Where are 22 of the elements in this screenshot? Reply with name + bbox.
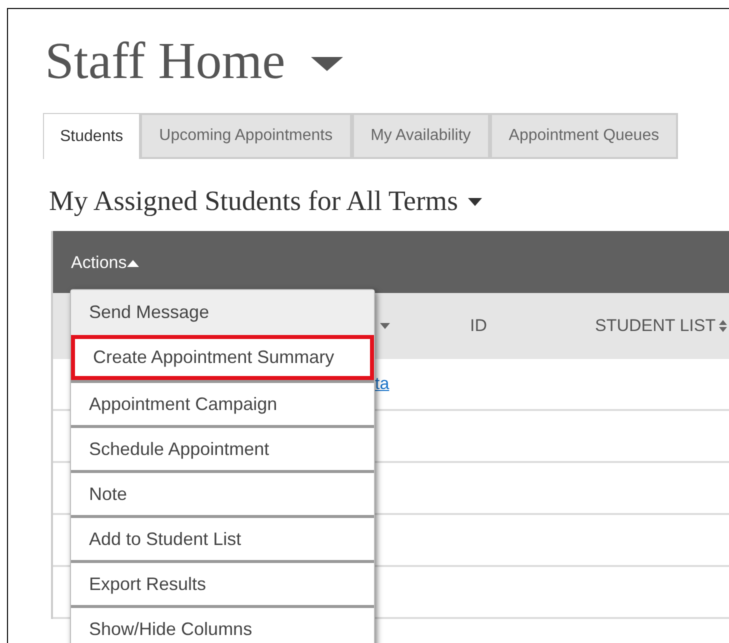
student-link[interactable]: ta	[375, 371, 390, 397]
tab[interactable]: Appointment Queues	[490, 113, 678, 159]
dropdown-caret-icon[interactable]	[311, 57, 344, 71]
dropdown-caret-icon[interactable]	[468, 198, 482, 206]
tab[interactable]: My Availability	[352, 113, 490, 159]
menu-item[interactable]: Add to Student List	[71, 515, 374, 560]
menu-item[interactable]: Create Appointment Summary	[71, 335, 374, 380]
sort-icon[interactable]	[718, 320, 727, 332]
menu-item[interactable]: Send Message	[71, 290, 374, 335]
menu-item[interactable]: Note	[71, 470, 374, 515]
menu-item[interactable]: Show/Hide Columns	[71, 605, 374, 643]
tab[interactable]: Students	[43, 113, 140, 159]
section-title: My Assigned Students for All Terms	[49, 185, 458, 219]
menu-item[interactable]: Appointment Campaign	[71, 380, 374, 425]
page-title: Staff Home	[45, 36, 286, 88]
actions-button[interactable]: Actions	[71, 250, 139, 276]
sort-caret-icon[interactable]	[380, 323, 390, 329]
column-header[interactable]: ID	[470, 313, 487, 339]
column-header[interactable]: STUDENT LIST	[595, 313, 727, 339]
tab[interactable]: Upcoming Appointments	[140, 113, 352, 159]
menu-item[interactable]: Export Results	[71, 560, 374, 605]
menu-item[interactable]: Schedule Appointment	[71, 425, 374, 470]
